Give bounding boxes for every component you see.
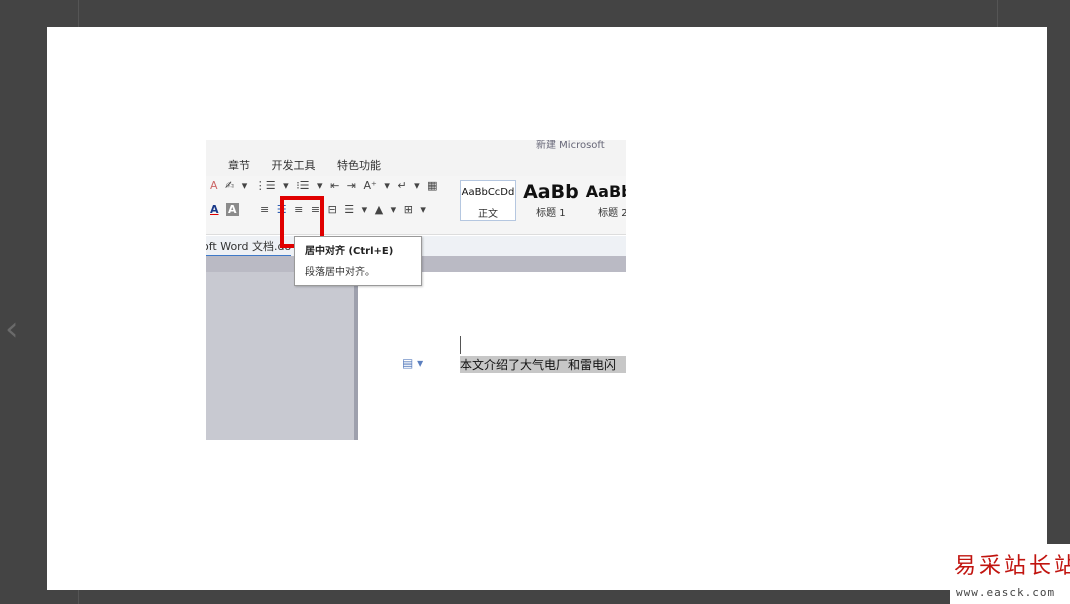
style-gallery: AaBbCcDd 正文 AaBb 标题 1 AaBb( 标题 2 xyxy=(460,180,626,222)
style-label: 标题 1 xyxy=(536,208,566,219)
tab-section[interactable]: 章节 xyxy=(228,159,250,172)
navigation-pane xyxy=(206,272,354,440)
paste-options-icon[interactable]: ▤ ▾ xyxy=(402,356,423,370)
chevron-down-icon[interactable]: ▾ xyxy=(391,203,397,216)
tooltip-title: 居中对齐 (Ctrl+E) xyxy=(305,246,394,257)
chevron-down-icon[interactable]: ▾ xyxy=(384,179,390,192)
window-title: 新建 Microsoft xyxy=(536,140,605,151)
tooltip: 居中对齐 (Ctrl+E) 段落居中对齐。 xyxy=(294,236,422,286)
style-preview: AaBb( xyxy=(585,182,626,201)
decrease-indent-icon[interactable]: ⇤ xyxy=(330,179,339,192)
shading-icon[interactable]: ▲ xyxy=(375,203,383,216)
line-spacing-icon[interactable]: ☰ xyxy=(344,203,354,216)
tab-developer-tools[interactable]: 开发工具 xyxy=(272,159,316,172)
font-color-icon[interactable]: A xyxy=(210,203,219,216)
chevron-down-icon[interactable]: ▾ xyxy=(242,179,248,192)
borders-icon[interactable]: ⊞ xyxy=(404,203,413,216)
word-screenshot: 新建 Microsoft 章节 开发工具 特色功能 A ✍ ▾ ⋮☰ ▾ ⁝☰ … xyxy=(206,140,626,440)
phonetic-guide-icon[interactable]: ✍ xyxy=(225,179,234,192)
document-tab[interactable]: oft Word 文档.do xyxy=(206,238,292,257)
ribbon-tabs: 章节 开发工具 特色功能 xyxy=(228,157,399,173)
chevron-left-icon[interactable]: ‹ xyxy=(5,312,19,346)
paragraph-mark-icon[interactable]: ↵ xyxy=(397,179,406,192)
style-label: 标题 2 xyxy=(598,208,626,219)
char-shading-icon[interactable]: A xyxy=(226,203,239,216)
chevron-down-icon[interactable]: ▾ xyxy=(420,203,426,216)
font-size-icon[interactable]: A⁺ xyxy=(364,179,377,192)
style-label: 正文 xyxy=(478,209,498,220)
tab-special-features[interactable]: 特色功能 xyxy=(337,159,381,172)
ribbon-tab-bar: 新建 Microsoft 章节 开发工具 特色功能 xyxy=(206,140,626,176)
bullet-list-icon[interactable]: ⋮☰ xyxy=(255,179,276,192)
style-normal[interactable]: AaBbCcDd 正文 xyxy=(460,180,516,221)
chevron-down-icon[interactable]: ▾ xyxy=(317,179,323,192)
style-heading-2[interactable]: AaBb( 标题 2 xyxy=(586,180,626,219)
chevron-down-icon[interactable]: ▾ xyxy=(414,179,420,192)
chevron-down-icon[interactable]: ▾ xyxy=(283,179,289,192)
watermark-url: www.easck.com xyxy=(956,586,1056,599)
table-icon[interactable]: ▦ xyxy=(427,179,437,192)
distributed-align-icon[interactable]: ⊟ xyxy=(328,203,337,216)
watermark-title: 易采站长站 xyxy=(954,554,1070,579)
align-left-icon[interactable]: ≡ xyxy=(260,203,269,216)
text-cursor xyxy=(460,336,461,354)
ribbon-toolbar: A ✍ ▾ ⋮☰ ▾ ⁝☰ ▾ ⇤ ⇥ A⁺ ▾ ↵ ▾ ▦ A A ≡ ☰ ≡… xyxy=(206,176,626,235)
clear-format-icon[interactable]: A xyxy=(210,179,218,192)
style-heading-1[interactable]: AaBb 标题 1 xyxy=(523,180,579,219)
style-preview: AaBb xyxy=(523,181,579,203)
style-preview: AaBbCcDd xyxy=(461,187,515,198)
chevron-down-icon[interactable]: ▾ xyxy=(362,203,368,216)
tooltip-description: 段落居中对齐。 xyxy=(305,267,375,278)
increase-indent-icon[interactable]: ⇥ xyxy=(347,179,356,192)
site-watermark: 易采站长站 www.easck.com xyxy=(950,544,1070,604)
numbered-list-icon[interactable]: ⁝☰ xyxy=(296,179,309,192)
toolbar-row-1: A ✍ ▾ ⋮☰ ▾ ⁝☰ ▾ ⇤ ⇥ A⁺ ▾ ↵ ▾ ▦ xyxy=(210,179,442,199)
document-body-text: 本文介绍了大气电厂和雷电闪 xyxy=(460,356,626,373)
